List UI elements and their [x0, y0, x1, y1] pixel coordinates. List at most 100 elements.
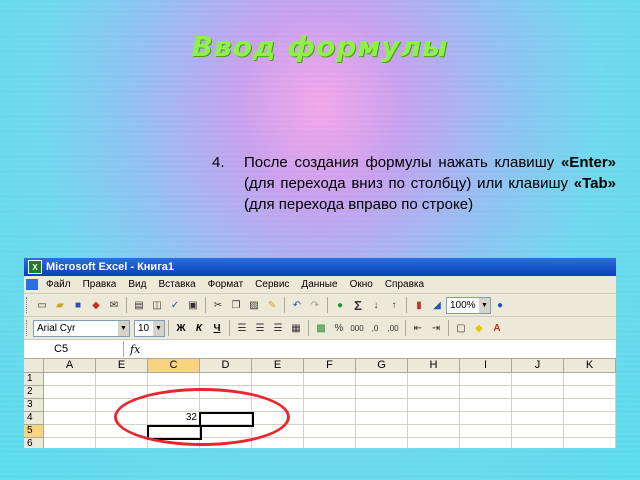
cell[interactable]	[200, 399, 252, 412]
increase-indent-icon[interactable]: ⇥	[428, 320, 444, 336]
chevron-down-icon[interactable]: ▼	[153, 320, 164, 336]
cell[interactable]	[44, 399, 96, 412]
cell[interactable]	[148, 399, 200, 412]
row-header[interactable]: 1	[24, 373, 44, 386]
cell[interactable]	[460, 438, 512, 448]
column-header-g[interactable]: G	[356, 359, 408, 373]
row-header[interactable]: 5	[24, 425, 44, 438]
cell[interactable]	[356, 412, 408, 425]
row-header[interactable]: 6	[24, 438, 44, 448]
cell[interactable]	[252, 438, 304, 448]
cell[interactable]	[460, 386, 512, 399]
cell[interactable]	[252, 373, 304, 386]
cell[interactable]	[460, 399, 512, 412]
column-header-b[interactable]: E	[96, 359, 148, 373]
cell[interactable]	[44, 425, 96, 438]
cell[interactable]	[44, 386, 96, 399]
hyperlink-icon[interactable]: ●	[332, 297, 348, 313]
sort-descending-icon[interactable]: ↑	[386, 297, 402, 313]
cell[interactable]	[408, 425, 460, 438]
column-header-c[interactable]: C	[148, 359, 200, 373]
cell[interactable]	[408, 386, 460, 399]
spelling-icon[interactable]: ✓	[167, 297, 183, 313]
save-icon[interactable]: ■	[70, 297, 86, 313]
select-all-button[interactable]	[24, 359, 44, 373]
comma-style-icon[interactable]: 000	[349, 320, 365, 336]
font-size-select[interactable]: 10 ▼	[134, 319, 165, 337]
column-header-e[interactable]: E	[252, 359, 304, 373]
sort-ascending-icon[interactable]: ↓	[368, 297, 384, 313]
cell[interactable]	[44, 438, 96, 448]
menu-edit[interactable]: Правка	[77, 279, 123, 290]
cell[interactable]	[564, 399, 616, 412]
column-header-i[interactable]: I	[460, 359, 512, 373]
row-header[interactable]: 2	[24, 386, 44, 399]
cell[interactable]	[200, 373, 252, 386]
cell[interactable]	[512, 425, 564, 438]
workbook-icon[interactable]	[26, 279, 38, 290]
cell[interactable]	[304, 399, 356, 412]
cell[interactable]	[200, 386, 252, 399]
cell[interactable]	[304, 438, 356, 448]
cell-c5[interactable]	[148, 425, 200, 438]
column-header-a[interactable]: A	[44, 359, 96, 373]
cell[interactable]	[564, 386, 616, 399]
undo-icon[interactable]: ↶	[289, 297, 305, 313]
percent-icon[interactable]: %	[331, 320, 347, 336]
cell[interactable]	[356, 438, 408, 448]
cell[interactable]	[96, 438, 148, 448]
format-painter-icon[interactable]: ✎	[264, 297, 280, 313]
cell[interactable]	[512, 412, 564, 425]
menu-view[interactable]: Вид	[122, 279, 152, 290]
research-icon[interactable]: ▣	[185, 297, 201, 313]
cell[interactable]	[148, 373, 200, 386]
cell[interactable]	[148, 386, 200, 399]
currency-icon[interactable]: ▩	[313, 320, 329, 336]
cell[interactable]	[96, 399, 148, 412]
cell[interactable]	[460, 412, 512, 425]
underline-button[interactable]: Ч	[209, 320, 225, 336]
zoom-select[interactable]: 100% ▼	[446, 296, 491, 314]
name-box[interactable]: C5	[24, 341, 124, 357]
cell[interactable]	[252, 386, 304, 399]
column-header-d[interactable]: D	[200, 359, 252, 373]
help-icon[interactable]: ●	[492, 297, 508, 313]
paste-icon[interactable]: ▨	[246, 297, 262, 313]
decrease-decimal-icon[interactable]: ,00	[385, 320, 401, 336]
cell[interactable]	[252, 412, 304, 425]
cell[interactable]	[96, 412, 148, 425]
column-header-h[interactable]: H	[408, 359, 460, 373]
function-icon[interactable]: fx	[130, 343, 140, 356]
menu-file[interactable]: Файл	[40, 279, 77, 290]
cell[interactable]	[44, 373, 96, 386]
cell[interactable]	[512, 386, 564, 399]
open-folder-icon[interactable]: ▰	[52, 297, 68, 313]
cell[interactable]	[512, 373, 564, 386]
align-right-icon[interactable]: ☰	[270, 320, 286, 336]
cell[interactable]	[564, 425, 616, 438]
borders-icon[interactable]: ▢	[453, 320, 469, 336]
toolbar-grip[interactable]	[26, 297, 30, 313]
cell[interactable]	[512, 399, 564, 412]
print-icon[interactable]: ▤	[131, 297, 147, 313]
cell[interactable]	[304, 425, 356, 438]
new-document-icon[interactable]: ▭	[34, 297, 50, 313]
cell[interactable]	[512, 438, 564, 448]
cell[interactable]	[304, 373, 356, 386]
cell[interactable]	[96, 373, 148, 386]
cell[interactable]	[564, 412, 616, 425]
copy-icon[interactable]: ❐	[228, 297, 244, 313]
redo-icon[interactable]: ↷	[307, 297, 323, 313]
cell[interactable]	[252, 425, 304, 438]
cell-c4[interactable]: 32	[148, 412, 200, 425]
cell[interactable]	[44, 412, 96, 425]
column-header-f[interactable]: F	[304, 359, 356, 373]
menu-data[interactable]: Данные	[295, 279, 343, 290]
align-center-icon[interactable]: ☰	[252, 320, 268, 336]
chevron-down-icon[interactable]: ▼	[118, 320, 129, 336]
column-header-j[interactable]: J	[512, 359, 564, 373]
cell[interactable]	[408, 399, 460, 412]
cell[interactable]	[200, 425, 252, 438]
cell[interactable]	[200, 438, 252, 448]
row-header[interactable]: 3	[24, 399, 44, 412]
